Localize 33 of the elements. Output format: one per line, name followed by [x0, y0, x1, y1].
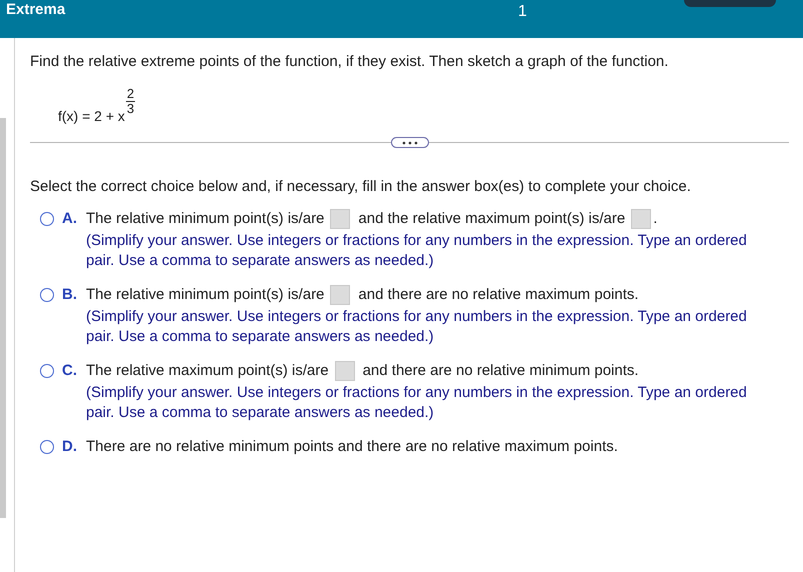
answer-box[interactable] [330, 285, 350, 305]
choice-text: . [653, 209, 658, 229]
choice-letter: C. [62, 361, 78, 381]
radio-button[interactable] [40, 364, 54, 378]
more-button[interactable] [390, 137, 428, 148]
radio-button[interactable] [40, 288, 54, 302]
page-title: Extrema [5, 2, 66, 17]
choice-text: The relative minimum point(s) is/are [86, 209, 324, 229]
choice-text: and there are no relative maximum points. [358, 285, 639, 305]
header-button[interactable] [684, 0, 776, 7]
hint-text: (Simplify your answer. Use integers or fractions for any numbers in the expression. Type an ordered pair. Use a comma to separate answers as needed.) [86, 383, 748, 423]
choice-letter: B. [62, 285, 78, 305]
question-text: Find the relative extreme points of the function, if they exist. Then sketch a graph of the function. [30, 52, 670, 72]
scrollbar-thumb[interactable] [0, 118, 6, 518]
choice-text: and the relative maximum point(s) is/are [358, 209, 626, 229]
choice-text: There are no relative minimum points and there are no relative maximum points. [86, 437, 618, 457]
hint-text: (Simplify your answer. Use integers or fractions for any numbers in the expression. Type an ordered pair. Use a comma to separate answers as needed.) [86, 307, 748, 347]
choice-text: The relative maximum point(s) is/are [86, 361, 329, 381]
choice-letter: D. [62, 437, 78, 457]
instruction-text: Select the correct choice below and, if necessary, fill in the answer box(es) to complete your choice. [30, 177, 692, 197]
dots-icon [400, 140, 418, 144]
radio-button[interactable] [40, 212, 54, 226]
answer-box[interactable] [330, 209, 350, 229]
function-formula: f(x) = 2 + x [58, 108, 125, 124]
question-number: 1 [518, 3, 527, 21]
choice-letter: A. [62, 209, 78, 229]
radio-button[interactable] [40, 440, 54, 454]
answer-box[interactable] [334, 361, 355, 381]
hint-text: (Simplify your answer. Use integers or fractions for any numbers in the expression. Type an ordered pair. Use a comma to separate answers as needed.) [86, 231, 748, 271]
choice-text: The relative minimum point(s) is/are [86, 285, 324, 305]
choice-text: and there are no relative minimum points. [362, 361, 639, 381]
answer-box[interactable] [631, 209, 652, 229]
exponent-fraction: 2 3 [126, 87, 136, 116]
